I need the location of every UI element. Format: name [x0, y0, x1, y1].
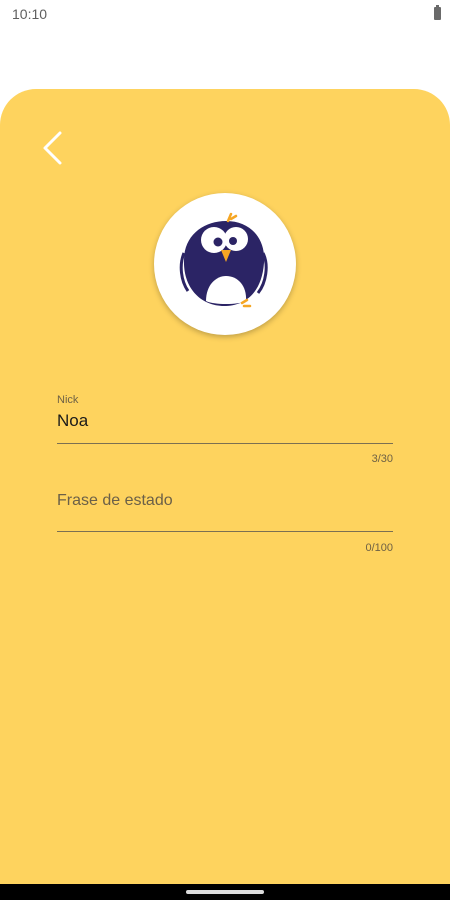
nick-underline — [57, 443, 393, 444]
nick-counter: 3/30 — [371, 453, 393, 465]
status-phrase-counter: 0/100 — [365, 542, 393, 554]
battery-icon — [434, 5, 441, 20]
status-time: 10:10 — [12, 6, 48, 22]
status-bar: 10:10 — [0, 0, 450, 30]
nick-label: Nick — [57, 394, 79, 406]
home-indicator[interactable] — [186, 890, 264, 894]
avatar[interactable] — [154, 193, 296, 335]
chevron-left-icon — [43, 131, 62, 165]
status-phrase-input[interactable] — [57, 488, 393, 514]
status-phrase-underline — [57, 531, 393, 532]
penguin-avatar-icon — [179, 212, 268, 308]
nick-input[interactable] — [57, 408, 393, 434]
back-button[interactable] — [36, 126, 76, 170]
